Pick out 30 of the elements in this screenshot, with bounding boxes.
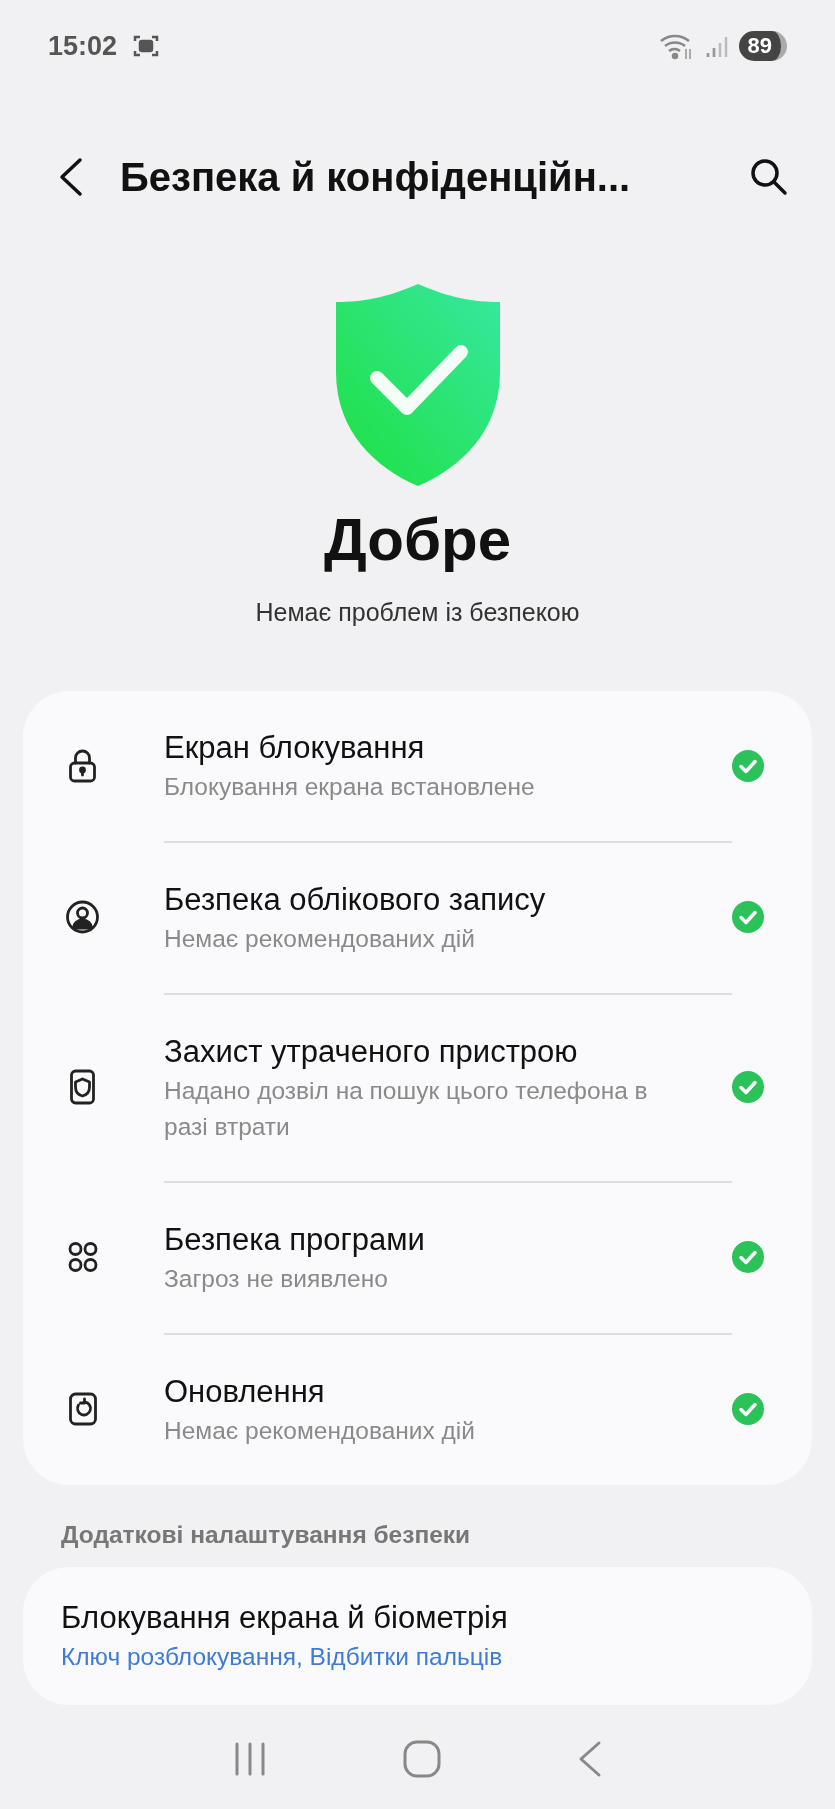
item-title: Екран блокування [164, 729, 426, 767]
item-title: Безпека програми [164, 1221, 426, 1259]
page-title: Безпека й конфіденційн... [120, 154, 632, 200]
settings-item[interactable]: Захист утраченого пристрою Надано дозвіл на пошук цього телефона в разі втрати [23, 993, 812, 1181]
person-icon [65, 899, 100, 935]
item-title: Оновлення [164, 1373, 326, 1411]
item-subtitle: Надано дозвіл на пошук цього телефона в разі втрати [164, 1076, 649, 1142]
settings-item[interactable]: Безпека програми Загроз не виявлено [23, 1181, 812, 1333]
status-subtitle: Немає проблем із безпекою [255, 598, 580, 627]
settings-item[interactable]: Безпека облікового запису Немає рекомендованих дій [23, 841, 812, 993]
item-title: Безпека облікового запису [164, 881, 547, 919]
item-subtitle: Немає рекомендованих дій [164, 924, 476, 954]
item-subtitle: Загроз не виявлено [164, 1264, 389, 1294]
search-button[interactable] [749, 157, 789, 197]
item-subtitle: Блокування екрана встановлене [164, 772, 536, 802]
status-title: Добре [323, 510, 512, 570]
item-subtitle: Немає рекомендованих дій [164, 1416, 476, 1446]
section-heading: Додаткові налаштування безпеки [61, 1521, 472, 1549]
settings-item[interactable]: Блокування екрана й біометрія Ключ розблокування, Відбитки пальців [23, 1567, 812, 1705]
settings-item[interactable]: Екран блокування Блокування екрана встановлене [23, 691, 812, 841]
status-time: 15:02 [48, 30, 118, 62]
item-subtitle: Ключ розблокування, Відбитки пальців [61, 1642, 504, 1672]
screenshot-icon [133, 34, 160, 58]
item-title: Захист утраченого пристрою [164, 1033, 579, 1071]
recent-apps-button[interactable] [233, 1741, 268, 1777]
battery-level: 89 [738, 31, 787, 61]
back-button[interactable] [58, 157, 84, 197]
home-button[interactable] [403, 1740, 442, 1778]
item-title: Блокування екрана й біометрія [61, 1599, 509, 1637]
settings-item[interactable]: Оновлення Немає рекомендованих дій [23, 1333, 812, 1485]
